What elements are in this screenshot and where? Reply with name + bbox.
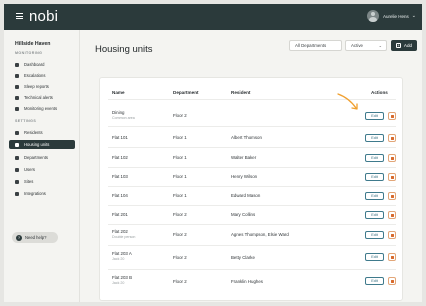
app-window: nobi Aurelie Hens ⌄ Hillside Haven MONIT… [4, 4, 422, 302]
annotation-arrow-icon [337, 93, 358, 110]
